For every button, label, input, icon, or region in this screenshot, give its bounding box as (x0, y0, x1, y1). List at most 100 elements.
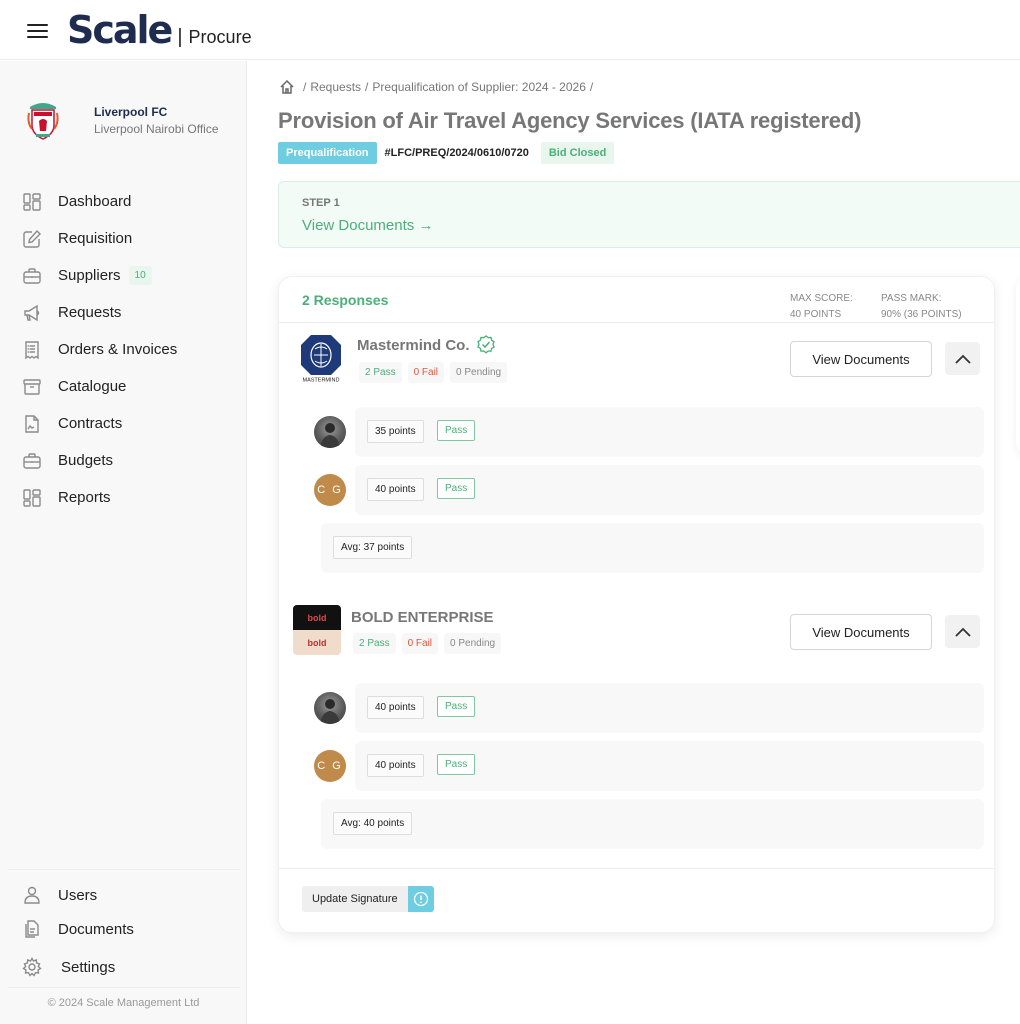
points-tag: 40 points (367, 478, 424, 501)
max-score-label: MAX SCORE: (790, 293, 853, 304)
sidebar-item-users[interactable]: Users (22, 878, 242, 912)
reference-number: #LFC/PREQ/2024/0610/0720 (384, 147, 529, 159)
fail-count: 0 Fail (401, 633, 439, 654)
evaluation-box: 40 points Pass (355, 683, 984, 733)
org-office: Liverpool Nairobi Office (94, 121, 219, 136)
update-signature-button[interactable]: Update Signature (302, 886, 434, 912)
responses-header: 2 Responses MAX SCORE: 40 POINTS PASS MA… (279, 277, 994, 323)
status-badge: Bid Closed (540, 142, 615, 164)
sidebar-item-label: Orders & Invoices (58, 341, 178, 358)
brand-name: Scale (67, 8, 173, 52)
page-tags: Prequalification #LFC/PREQ/2024/0610/072… (278, 142, 615, 164)
sidebar-item-label: Settings (61, 958, 116, 976)
collapse-button[interactable] (945, 615, 980, 648)
supplier-name-text: Mastermind Co. (357, 336, 470, 354)
breadcrumb-prequalification[interactable]: Prequalification of Supplier: 2024 - 202… (372, 80, 585, 94)
sidebar-item-label: Requests (58, 304, 122, 321)
logo-text-light: bold (293, 630, 341, 655)
evaluation-box: 40 points Pass (355, 741, 984, 791)
pending-count: 0 Pending (444, 633, 502, 654)
copyright: © 2024 Scale Management Ltd (47, 997, 200, 1009)
average-tag: Avg: 37 points (333, 536, 413, 559)
chevron-up-icon (954, 354, 971, 364)
sidebar-item-label: Suppliers (58, 267, 121, 284)
average-box: Avg: 40 points (321, 799, 984, 849)
top-header: Scale | Procure (0, 0, 1020, 60)
view-documents-button[interactable]: View Documents (790, 614, 932, 650)
svg-text:MASTERMIND: MASTERMIND (303, 378, 340, 384)
average-tag: Avg: 40 points (333, 812, 413, 835)
result-tag: Pass (437, 478, 476, 499)
view-documents-link[interactable]: View Documents → (302, 217, 433, 234)
sidebar-item-catalogue[interactable]: Catalogue (22, 368, 242, 405)
sidebar-item-dashboard[interactable]: Dashboard (22, 183, 242, 220)
breadcrumb-requests[interactable]: Requests (310, 80, 361, 94)
product-name: Procure (188, 27, 252, 47)
menu-icon[interactable] (27, 24, 48, 38)
home-icon[interactable] (279, 79, 295, 95)
organization[interactable]: Liverpool FC Liverpool Nairobi Office (24, 99, 219, 141)
max-score-value: 40 POINTS (790, 309, 842, 320)
info-icon (407, 886, 434, 912)
user-icon (22, 885, 42, 905)
average-box: Avg: 37 points (321, 523, 984, 573)
pass-count: 2 Pass (353, 633, 396, 654)
sidebar-item-label: Reports (58, 489, 111, 506)
sidebar-item-orders-invoices[interactable]: Orders & Invoices (22, 331, 242, 368)
evaluation-box: 35 points Pass (355, 407, 984, 457)
sidebar-divider (8, 869, 240, 870)
sidebar-item-budgets[interactable]: Budgets (22, 442, 242, 479)
sidebar-item-label: Contracts (58, 415, 123, 432)
sidebar-item-label: Catalogue (58, 378, 127, 395)
result-tag: Pass (437, 754, 476, 775)
supplier-name: BOLD ENTERPRISE (351, 609, 494, 626)
sidebar-item-requisition[interactable]: Requisition (22, 220, 242, 257)
sidebar-item-documents[interactable]: Documents (22, 912, 242, 946)
evaluation-box: 40 points Pass (355, 465, 984, 515)
megaphone-icon (22, 303, 42, 323)
logo-text-dark: bold (293, 605, 341, 630)
suppliers-count-badge: 10 (128, 266, 152, 285)
points-tag: 40 points (367, 696, 424, 719)
main-content: / Requests / Prequalification of Supplie… (248, 61, 1020, 1024)
sidebar-item-settings[interactable]: Settings (22, 950, 242, 984)
supplier-name-text: BOLD ENTERPRISE (351, 609, 494, 626)
org-name: Liverpool FC (94, 104, 168, 119)
responses-count: 2 Responses (302, 292, 389, 308)
sidebar-item-label: Budgets (58, 452, 114, 469)
receipt-icon (22, 340, 42, 360)
brand-logo[interactable]: Scale | Procure (67, 8, 252, 52)
sidebar-item-requests[interactable]: Requests (22, 294, 242, 331)
documents-icon (22, 919, 42, 939)
breadcrumb-separator: / (589, 80, 594, 94)
evaluation-row: 35 points Pass (279, 407, 994, 457)
briefcase-icon (22, 266, 42, 286)
contract-icon (22, 414, 42, 434)
sidebar-item-reports[interactable]: Reports (22, 479, 242, 516)
archive-icon (22, 377, 42, 397)
sidebar-item-label: Dashboard (58, 193, 132, 210)
pending-count: 0 Pending (450, 362, 508, 383)
fail-count: 0 Fail (407, 362, 445, 383)
evaluator-avatar: C G (314, 750, 346, 782)
evaluator-avatar (314, 692, 346, 724)
points-tag: 35 points (367, 420, 424, 443)
responses-card: 2 Responses MAX SCORE: 40 POINTS PASS MA… (278, 276, 995, 933)
pass-mark-label: PASS MARK: (881, 293, 942, 304)
reports-icon (22, 488, 42, 508)
sidebar-item-contracts[interactable]: Contracts (22, 405, 242, 442)
pass-count: 2 Pass (359, 362, 402, 383)
page-title: Provision of Air Travel Agency Services … (278, 108, 862, 133)
secondary-card (1016, 276, 1020, 456)
pass-mark: PASS MARK: 90% (36 POINTS) (881, 291, 962, 323)
sidebar-nav: Dashboard Requisition Suppliers 10 Reque… (22, 183, 242, 516)
evaluation-row: 40 points Pass (279, 683, 994, 733)
view-documents-button[interactable]: View Documents (790, 341, 932, 377)
collapse-button[interactable] (945, 342, 980, 375)
supplier-name: Mastermind Co. (357, 335, 496, 355)
points-tag: 40 points (367, 754, 424, 777)
sidebar-item-label: Requisition (58, 230, 133, 247)
dashboard-icon (22, 192, 42, 212)
sidebar-item-suppliers[interactable]: Suppliers 10 (22, 257, 242, 294)
edit-icon (22, 229, 42, 249)
